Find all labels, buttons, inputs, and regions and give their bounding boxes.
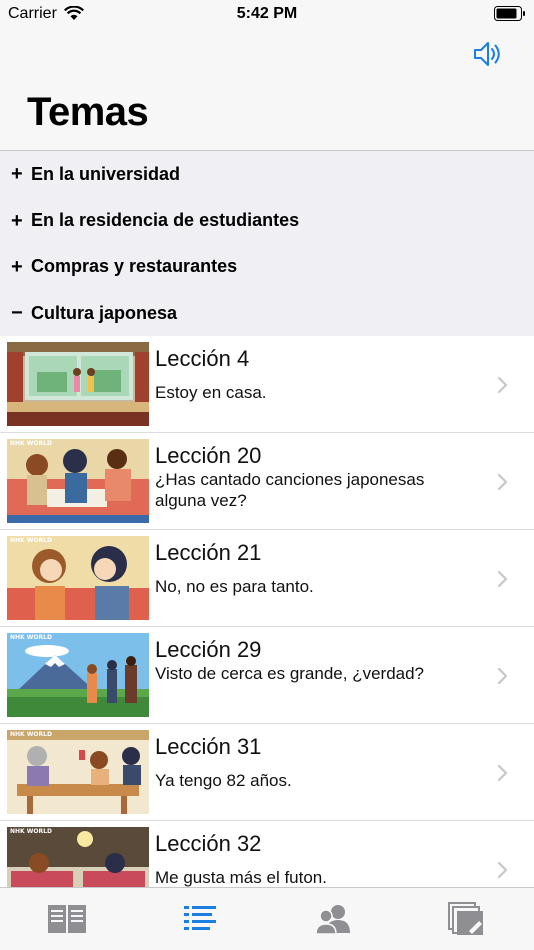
- chevron-right-icon: [497, 667, 508, 685]
- lesson-title: Lección 21: [155, 540, 262, 565]
- lesson-thumbnail: NHK WORLD: [7, 827, 149, 887]
- tab-notes[interactable]: [401, 888, 534, 950]
- expand-icon: +: [11, 255, 23, 278]
- chevron-right-icon: [497, 570, 508, 588]
- lesson-title: Lección 29: [155, 637, 262, 662]
- lesson-subtitle: Visto de cerca es grande, ¿verdad?: [155, 664, 425, 683]
- tab-list[interactable]: [134, 888, 268, 950]
- page-title: Temas: [27, 90, 149, 134]
- lesson-row[interactable]: Lección 4 Estoy en casa.: [0, 336, 534, 433]
- category-label: En la residencia de estudiantes: [31, 210, 300, 231]
- battery-icon: [494, 6, 525, 21]
- category-label: Cultura japonesa: [31, 302, 178, 323]
- lesson-title: Lección 20: [155, 443, 262, 468]
- lesson-title: Lección 31: [155, 734, 262, 759]
- nhk-world-logo: NHK WORLD: [10, 537, 52, 544]
- sound-button[interactable]: [470, 36, 506, 72]
- lesson-list: Lección 4 Estoy en casa. NHK WORLD Lecci…: [0, 336, 534, 887]
- status-bar: Carrier 5:42 PM: [0, 0, 534, 28]
- category-cultura-japonesa[interactable]: − Cultura japonesa: [0, 290, 534, 336]
- tab-bar: [0, 887, 534, 950]
- nhk-world-logo: NHK WORLD: [10, 634, 52, 641]
- category-en-la-universidad[interactable]: + En la universidad: [0, 151, 534, 197]
- lesson-subtitle: ¿Has cantado canciones japonesas alguna …: [155, 470, 425, 510]
- nhk-world-logo: NHK WORLD: [10, 828, 52, 835]
- chevron-right-icon: [497, 861, 508, 879]
- lesson-row[interactable]: NHK WORLD Lección 29 Visto de cerca es g…: [0, 627, 534, 724]
- people-icon: [314, 905, 350, 935]
- lesson-thumbnail: NHK WORLD: [7, 730, 149, 814]
- collapse-icon: −: [11, 302, 23, 325]
- lesson-subtitle: Ya tengo 82 años.: [155, 771, 292, 790]
- speaker-icon: [474, 42, 500, 66]
- lesson-row[interactable]: NHK WORLD Lección 20 ¿Has cantado cancio…: [0, 433, 534, 530]
- lesson-thumbnail: NHK WORLD: [7, 439, 149, 523]
- tab-conversation[interactable]: [267, 888, 401, 950]
- category-label: En la universidad: [31, 163, 181, 184]
- lesson-subtitle: Me gusta más el futon.: [155, 868, 327, 887]
- lesson-title: Lección 32: [155, 831, 262, 856]
- expand-icon: +: [11, 163, 23, 186]
- category-label: Compras y restaurantes: [31, 256, 238, 277]
- chevron-right-icon: [497, 473, 508, 491]
- nhk-world-logo: NHK WORLD: [10, 731, 52, 738]
- book-icon: [47, 905, 86, 933]
- lesson-subtitle: Estoy en casa.: [155, 383, 267, 402]
- lesson-title: Lección 4: [155, 346, 250, 371]
- lesson-thumbnail: [7, 342, 149, 426]
- lesson-row[interactable]: NHK WORLD Lección 32 Me gusta más el fut…: [0, 821, 534, 887]
- lesson-thumbnail: NHK WORLD: [7, 536, 149, 620]
- clock: 5:42 PM: [236, 5, 298, 22]
- navigation-header: Temas: [0, 28, 534, 151]
- notes-icon: [448, 902, 484, 935]
- category-compras[interactable]: + Compras y restaurantes: [0, 244, 534, 290]
- lesson-subtitle: No, no es para tanto.: [155, 577, 314, 596]
- lesson-thumbnail: NHK WORLD: [7, 633, 149, 717]
- expand-icon: +: [11, 209, 23, 232]
- lesson-row[interactable]: NHK WORLD Lección 31 Ya tengo 82 años.: [0, 724, 534, 821]
- category-residencia[interactable]: + En la residencia de estudiantes: [0, 197, 534, 243]
- lesson-row[interactable]: NHK WORLD Lección 21 No, no es para tant…: [0, 530, 534, 627]
- chevron-right-icon: [497, 764, 508, 782]
- nhk-world-logo: NHK WORLD: [10, 440, 52, 447]
- chevron-right-icon: [497, 376, 508, 394]
- list-icon: [184, 906, 217, 930]
- category-list: + En la universidad + En la residencia d…: [0, 151, 534, 336]
- tab-book[interactable]: [0, 888, 134, 950]
